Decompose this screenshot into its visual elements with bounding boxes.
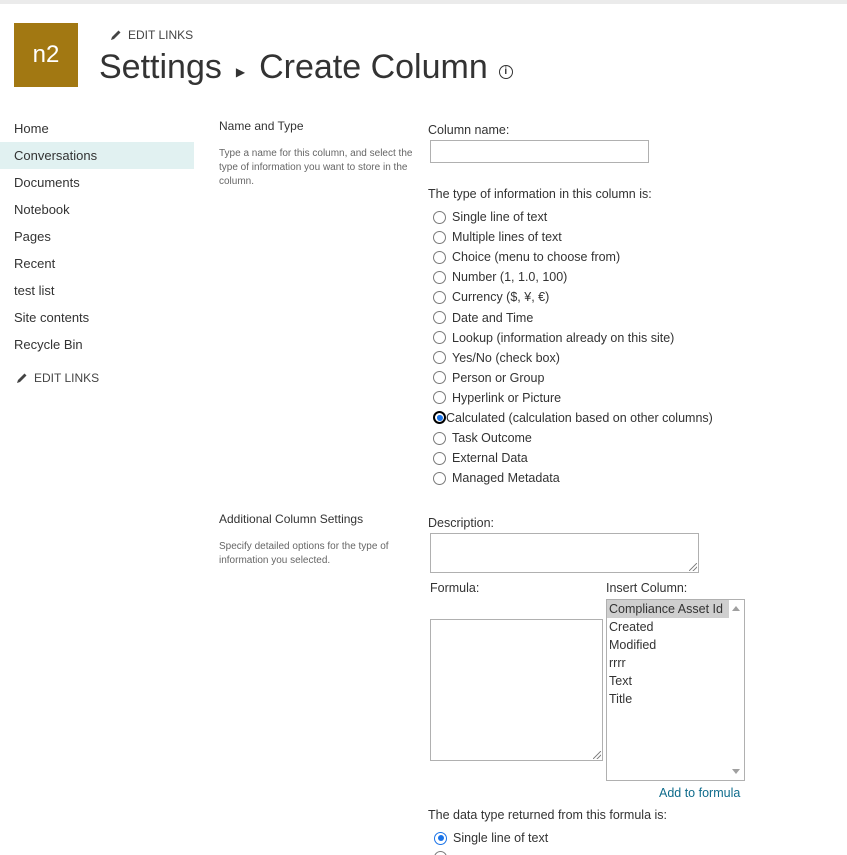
section-title-name-type: Name and Type [219, 119, 304, 133]
site-logo[interactable]: n2 [14, 23, 78, 87]
pencil-icon [17, 373, 27, 383]
column-option-title[interactable]: Title [607, 690, 729, 708]
quick-launch-nav: Home Conversations Documents Notebook Pa… [0, 115, 194, 388]
radio-button[interactable] [433, 431, 446, 445]
radio-button[interactable] [433, 471, 446, 485]
nav-item-documents[interactable]: Documents [0, 169, 194, 196]
scroll-up-arrow-icon[interactable] [732, 606, 740, 611]
page-title: Settings ▶ Create Column i [99, 48, 513, 87]
nav-item-site-contents[interactable]: Site contents [0, 304, 194, 331]
type-option-task-outcome[interactable]: Task Outcome [433, 428, 713, 448]
option-label: Single line of text [452, 210, 548, 225]
type-option-person-group[interactable]: Person or Group [433, 368, 713, 388]
radio-button[interactable] [433, 331, 446, 345]
section-desc-additional: Specify detailed options for the type of… [219, 541, 389, 566]
nav-item-pages[interactable]: Pages [0, 223, 194, 250]
type-option-yes-no[interactable]: Yes/No (check box) [433, 348, 713, 368]
breadcrumb-separator-icon: ▶ [235, 64, 246, 79]
type-option-currency[interactable]: Currency ($, ¥, €) [433, 287, 713, 307]
column-option-compliance-asset-id[interactable]: Compliance Asset Id [607, 600, 729, 618]
return-type-label: The data type returned from this formula… [428, 808, 667, 822]
column-name-label: Column name: [428, 123, 510, 137]
resize-handle-icon[interactable] [593, 751, 601, 759]
column-type-radio-group: Single line of text Multiple lines of te… [433, 207, 713, 488]
nav-item-home[interactable]: Home [0, 115, 194, 142]
type-option-calculated[interactable]: Calculated (calculation based on other c… [433, 408, 713, 428]
radio-button[interactable] [433, 250, 446, 264]
nav-item-test-list[interactable]: test list [0, 277, 194, 304]
nav-item-notebook[interactable]: Notebook [0, 196, 194, 223]
nav-item-conversations[interactable]: Conversations [0, 142, 194, 169]
column-option-rrrr[interactable]: rrrr [607, 654, 729, 672]
radio-button[interactable] [433, 371, 446, 385]
section-title-additional: Additional Column Settings [219, 512, 364, 526]
type-option-managed-metadata[interactable]: Managed Metadata [433, 468, 713, 488]
radio-button-selected[interactable] [434, 831, 447, 845]
option-label: Hyperlink or Picture [452, 390, 562, 405]
radio-button[interactable] [433, 391, 446, 405]
insert-column-label: Insert Column: [606, 581, 688, 595]
return-type-option-single-line[interactable]: Single line of text [434, 828, 548, 848]
option-label: Person or Group [452, 370, 545, 385]
formula-textarea[interactable] [430, 619, 603, 761]
option-label: Task Outcome [452, 431, 532, 446]
radio-button[interactable] [433, 311, 446, 325]
option-label: Number (1, 1.0, 100) [452, 270, 568, 285]
site-logo-text: n2 [32, 41, 60, 68]
edit-links-nav[interactable]: EDIT LINKS [0, 368, 194, 388]
option-label: Yes/No (check box) [452, 350, 560, 365]
breadcrumb-current: Create Column [259, 48, 488, 86]
type-option-number[interactable]: Number (1, 1.0, 100) [433, 267, 713, 287]
type-option-hyperlink[interactable]: Hyperlink or Picture [433, 388, 713, 408]
formula-label: Formula: [430, 581, 480, 595]
option-label: Multiple lines of text [452, 230, 562, 245]
resize-handle-icon[interactable] [689, 563, 697, 571]
option-label: Calculated (calculation based on other c… [446, 410, 713, 425]
radio-button[interactable] [433, 351, 446, 365]
pencil-icon [111, 30, 121, 40]
column-option-created[interactable]: Created [607, 618, 729, 636]
add-to-formula-link[interactable]: Add to formula [659, 786, 740, 800]
description-textarea[interactable] [430, 533, 699, 573]
nav-item-recycle-bin[interactable]: Recycle Bin [0, 331, 194, 358]
column-option-text[interactable]: Text [607, 672, 729, 690]
description-label: Description: [428, 516, 494, 530]
option-label: Lookup (information already on this site… [452, 330, 675, 345]
radio-button[interactable] [434, 851, 447, 855]
option-label: Choice (menu to choose from) [452, 250, 621, 265]
insert-column-listbox[interactable]: Compliance Asset Id Created Modified rrr… [606, 599, 745, 781]
option-label: Managed Metadata [452, 471, 560, 486]
column-option-modified[interactable]: Modified [607, 636, 729, 654]
section-desc-name-type: Type a name for this column, and select … [219, 148, 413, 187]
type-label: The type of information in this column i… [428, 187, 652, 201]
type-option-external-data[interactable]: External Data [433, 448, 713, 468]
option-label: Single line of text [453, 831, 549, 846]
option-label: Date and Time [452, 310, 534, 325]
edit-links-header[interactable]: EDIT LINKS [110, 28, 193, 42]
option-label: External Data [452, 451, 528, 466]
breadcrumb-settings[interactable]: Settings [99, 48, 222, 87]
type-option-date-time[interactable]: Date and Time [433, 307, 713, 327]
option-label: Currency ($, ¥, €) [452, 290, 550, 305]
radio-button[interactable] [433, 451, 446, 465]
top-border [0, 0, 847, 4]
radio-button-selected[interactable] [433, 411, 446, 425]
nav-item-recent[interactable]: Recent [0, 250, 194, 277]
radio-button[interactable] [433, 210, 446, 224]
radio-button[interactable] [433, 290, 446, 304]
edit-links-label: EDIT LINKS [128, 28, 194, 42]
radio-button[interactable] [433, 230, 446, 244]
edit-links-nav-label: EDIT LINKS [34, 371, 100, 385]
type-option-lookup[interactable]: Lookup (information already on this site… [433, 328, 713, 348]
type-option-multiple-lines[interactable]: Multiple lines of text [433, 227, 713, 247]
column-name-input[interactable] [430, 140, 649, 163]
type-option-choice[interactable]: Choice (menu to choose from) [433, 247, 713, 267]
type-option-single-line[interactable]: Single line of text [433, 207, 713, 227]
scroll-down-arrow-icon[interactable] [732, 769, 740, 774]
radio-button[interactable] [433, 270, 446, 284]
info-icon[interactable]: i [498, 64, 513, 79]
